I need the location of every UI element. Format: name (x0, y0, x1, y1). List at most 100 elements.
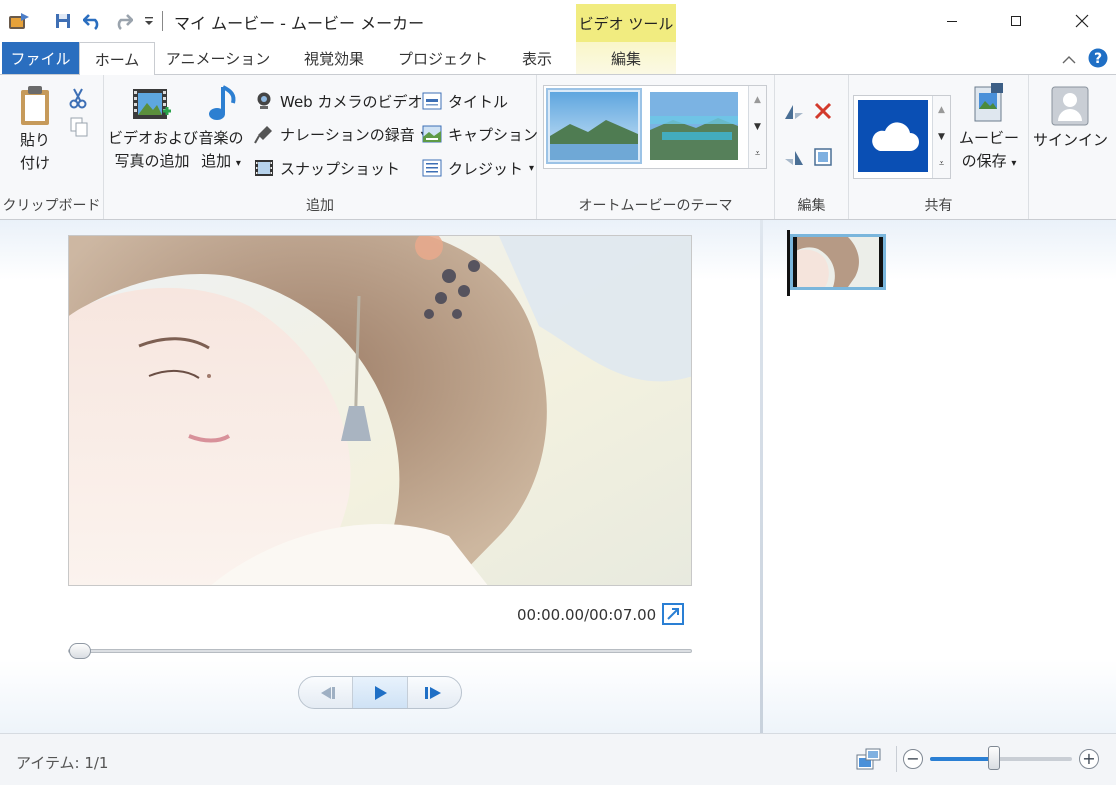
help-icon[interactable]: ? (1088, 48, 1108, 72)
previous-frame-button[interactable] (299, 677, 354, 708)
caption-label: キャプション (448, 125, 539, 144)
zoom-in-button[interactable]: + (1079, 749, 1099, 769)
music-note-icon (209, 85, 236, 120)
title-button[interactable]: タイトル (422, 87, 508, 115)
caption-button[interactable]: キャプション (422, 120, 538, 148)
zoom-out-button[interactable]: − (903, 749, 923, 769)
copy-icon[interactable] (70, 117, 88, 141)
save-icon[interactable] (52, 10, 74, 32)
record-narration-button[interactable]: ナレーションの録音 ▾ (254, 120, 426, 148)
credits-dropdown-icon: ▾ (529, 162, 535, 174)
plus-icon: + (1082, 749, 1096, 768)
share-group-label: 共有 (924, 198, 953, 214)
clip-thumbnail (793, 237, 883, 287)
add-group: ビデオおよび 写真の追加 音楽の 追加 ▾ Web カメラのビデオ ナレーション… (104, 75, 538, 219)
seek-thumb[interactable] (69, 643, 91, 659)
add-videos-label-line2: 写真の追加 (114, 152, 190, 170)
signin-button[interactable]: サインイン (1033, 85, 1108, 152)
rotate-right-icon[interactable] (783, 147, 805, 171)
fullscreen-preview-icon[interactable] (662, 603, 684, 629)
add-music-dropdown-icon: ▾ (235, 158, 241, 169)
snapshot-button[interactable]: スナップショット (254, 154, 400, 182)
share-gallery: ▲ ▼ ⩡ (853, 95, 951, 179)
cloud-icon (872, 122, 919, 151)
paste-icon (21, 86, 49, 125)
minimize-icon (947, 21, 957, 22)
gallery-scroll-up-icon[interactable]: ▲ (749, 86, 766, 113)
seek-bar[interactable] (68, 643, 692, 659)
tab-visual-effects[interactable]: 視覚効果 (284, 42, 384, 74)
automovie-themes-group: ▲ ▼ ⩡ オートムービーのテーマ (537, 75, 775, 219)
save-movie-button[interactable]: ムービー の保存 ▾ (953, 83, 1025, 175)
close-button[interactable] (1052, 0, 1112, 42)
tab-project[interactable]: プロジェクト (390, 42, 496, 74)
snapshot-icon (255, 160, 273, 176)
maximize-button[interactable] (986, 0, 1046, 42)
add-music-button[interactable]: 音楽の 追加 ▾ (196, 83, 246, 175)
remove-icon[interactable] (813, 101, 833, 125)
tab-home[interactable]: ホーム (79, 42, 155, 75)
window-title: マイ ムービー - ムービー メーカー (174, 14, 425, 33)
tab-file[interactable]: ファイル (2, 42, 79, 74)
share-expand-icon[interactable]: ⩡ (933, 150, 950, 177)
save-movie-icon (974, 83, 1003, 122)
add-videos-photos-button[interactable]: ビデオおよび 写真の追加 (108, 83, 199, 173)
pane-splitter[interactable] (760, 220, 763, 733)
zoom-slider[interactable] (930, 746, 1072, 770)
record-narration-label: ナレーションの録音 (280, 125, 415, 144)
credits-button[interactable]: クレジット ▾ (422, 154, 534, 182)
maximize-icon (1011, 16, 1021, 26)
storyboard-clip[interactable] (790, 234, 886, 290)
tab-view[interactable]: 表示 (505, 42, 569, 74)
close-icon (1075, 14, 1089, 28)
collapse-ribbon-icon[interactable] (1062, 51, 1076, 69)
thumbnail-size-icon[interactable] (856, 748, 882, 776)
movie-maker-app-icon[interactable] (8, 10, 30, 32)
share-scroll-up-icon[interactable]: ▲ (933, 96, 950, 123)
minimize-button[interactable] (922, 0, 982, 42)
select-all-icon[interactable] (813, 147, 833, 171)
minus-icon: − (906, 749, 920, 768)
user-icon (1051, 86, 1089, 126)
onedrive-share-button[interactable] (858, 100, 928, 172)
title-separator (162, 11, 163, 31)
automovie-themes-gallery: ▲ ▼ ⩡ (543, 85, 767, 169)
share-gallery-scroll: ▲ ▼ ⩡ (932, 96, 950, 178)
title-bar: マイ ムービー - ムービー メーカー ビデオ ツール (0, 0, 1116, 42)
credits-label: クレジット (448, 159, 524, 178)
item-count: アイテム: 1/1 (16, 754, 109, 772)
rotate-left-icon[interactable] (783, 101, 805, 125)
add-group-label: 追加 (306, 198, 334, 214)
video-preview[interactable] (68, 235, 692, 586)
ribbon: 貼り 付け クリップボード ビデオおよび 写真の追加 音楽の 追加 ▾ Web … (0, 74, 1116, 220)
paste-button[interactable]: 貼り 付け (12, 85, 58, 175)
automovie-theme-1[interactable] (546, 88, 642, 164)
clipboard-group-label: クリップボード (2, 198, 101, 214)
workspace: 00:00.00/00:07.00 (0, 220, 1116, 733)
tab-animation[interactable]: アニメーション (160, 42, 276, 74)
customize-qat-dropdown-icon[interactable] (138, 10, 160, 32)
undo-icon[interactable] (82, 10, 104, 32)
cut-icon[interactable] (68, 87, 88, 113)
add-videos-label-line1: ビデオおよび (108, 129, 199, 147)
save-movie-label-line2: の保存 (961, 152, 1007, 170)
automovie-theme-2[interactable] (646, 88, 742, 164)
timecode-display: 00:00.00/00:07.00 (517, 606, 657, 624)
microphone-icon (254, 126, 272, 144)
svg-text:?: ? (1094, 51, 1102, 67)
webcam-video-button[interactable]: Web カメラのビデオ (254, 87, 422, 115)
webcam-icon (257, 92, 271, 109)
zoom-slider-thumb[interactable] (987, 746, 1000, 770)
storyboard-insertion-cursor (787, 230, 790, 296)
redo-icon[interactable] (112, 10, 134, 32)
gallery-expand-icon[interactable]: ⩡ (749, 140, 766, 167)
gallery-scroll-down-icon[interactable]: ▼ (749, 113, 766, 140)
tab-edit[interactable]: 編集 (576, 42, 676, 74)
play-button[interactable] (353, 677, 408, 708)
next-frame-button[interactable] (408, 677, 461, 708)
zoom-slider-fill (930, 757, 994, 761)
share-scroll-down-icon[interactable]: ▼ (933, 123, 950, 150)
ribbon-tab-strip: ファイル ホーム アニメーション 視覚効果 プロジェクト 表示 編集 ? (0, 42, 1116, 75)
status-separator (896, 746, 897, 772)
share-group: ▲ ▼ ⩡ ムービー の保存 ▾ 共有 (849, 75, 1029, 219)
